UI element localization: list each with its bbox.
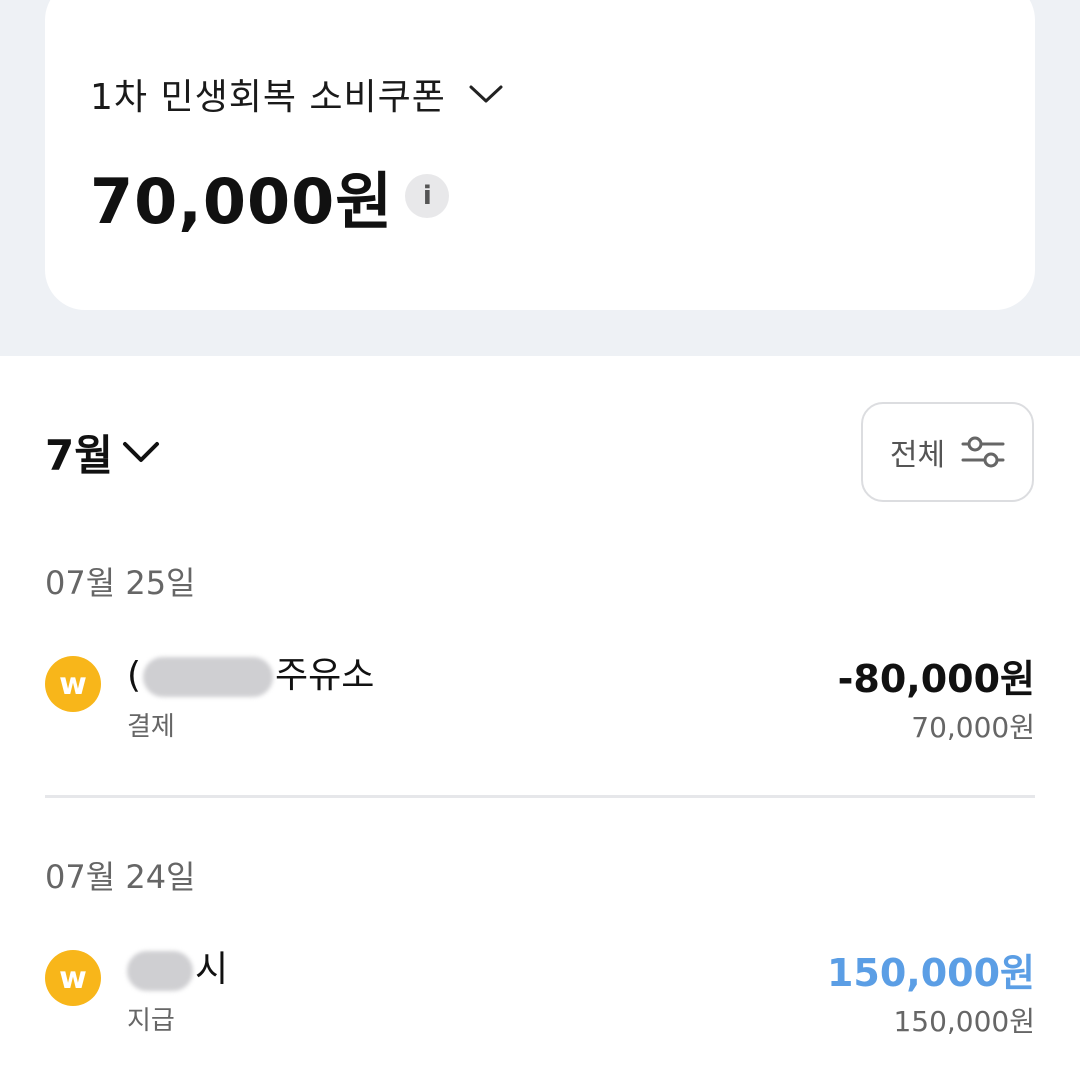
transaction-type: 결제 <box>127 712 175 742</box>
date-header: 07월 24일 <box>45 858 196 896</box>
filter-button[interactable]: 전체 <box>861 402 1034 502</box>
transaction-name: 시 <box>127 940 228 992</box>
transaction-name-prefix: ( <box>127 655 142 696</box>
balance-row: 70,000원 i <box>90 160 450 238</box>
won-symbol: w <box>59 666 87 702</box>
transaction-row[interactable]: w ( 주유소 결제 -80,000원 70,000원 <box>45 634 1035 744</box>
divider <box>45 795 1035 798</box>
transaction-amount: -80,000원 <box>837 657 1035 701</box>
chevron-down-icon <box>122 442 159 462</box>
transaction-amount: 150,000원 <box>826 951 1035 995</box>
transaction-row[interactable]: w 시 지급 150,000원 150,000원 <box>45 928 1035 1038</box>
transaction-type: 지급 <box>127 1006 175 1036</box>
redacted-mask <box>127 951 193 991</box>
month-label: 7월 <box>45 430 113 480</box>
month-selector[interactable]: 7월 <box>45 424 161 480</box>
info-icon[interactable]: i <box>405 174 450 218</box>
transaction-name-suffix: 시 <box>195 949 229 990</box>
coupon-selector[interactable]: 1차 민생회복 소비쿠폰 <box>90 72 504 118</box>
coupon-title: 1차 민생회복 소비쿠폰 <box>90 77 446 118</box>
transaction-name: ( 주유소 <box>127 646 374 698</box>
won-coin-icon: w <box>45 656 101 712</box>
coupon-balance: 70,000원 <box>90 165 394 238</box>
transaction-balance: 70,000원 <box>911 711 1035 744</box>
date-header: 07월 25일 <box>45 564 196 602</box>
redacted-mask <box>143 657 274 697</box>
transaction-balance: 150,000원 <box>893 1005 1035 1038</box>
transaction-name-suffix: 주유소 <box>275 655 375 696</box>
filter-sliders-icon <box>961 436 1005 468</box>
won-coin-icon: w <box>45 950 101 1006</box>
chevron-down-icon <box>469 85 503 103</box>
filter-label: 전체 <box>889 438 946 473</box>
won-symbol: w <box>59 960 87 996</box>
